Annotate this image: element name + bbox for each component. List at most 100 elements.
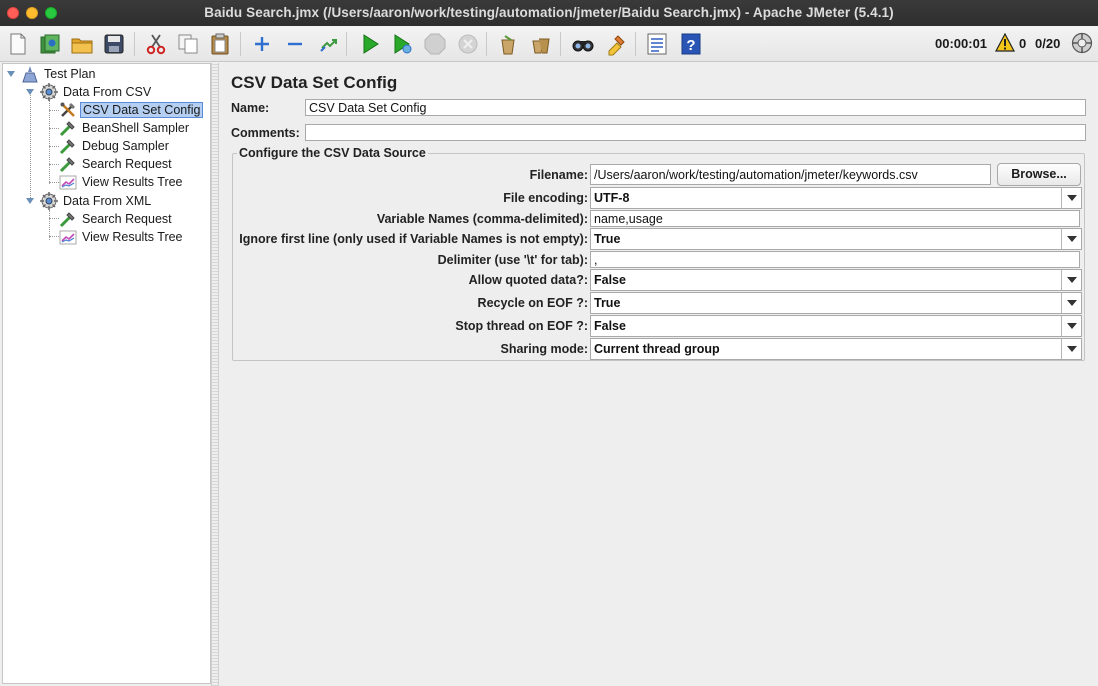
group-title: Configure the CSV Data Source	[237, 146, 428, 160]
templates-button[interactable]	[36, 30, 64, 58]
tree-item-search-request-xml[interactable]: Search Request	[59, 210, 174, 228]
toggle-icon	[320, 39, 337, 52]
search-button[interactable]	[569, 30, 597, 58]
tree-item-data-from-csv[interactable]: Data From CSV	[40, 83, 153, 101]
sampler-icon	[59, 155, 77, 173]
clear-all-icon	[532, 38, 550, 54]
tree-connector	[49, 164, 59, 165]
clear-button[interactable]	[494, 30, 522, 58]
clear-icon	[501, 35, 515, 55]
chevron-down-icon[interactable]	[1061, 188, 1081, 208]
sharing-mode-label: Sharing mode:	[500, 342, 588, 356]
toolbar-separator	[486, 32, 487, 56]
main-toolbar: ? 00:00:01 0 0/20	[0, 26, 1098, 62]
warning-count: 0	[1019, 36, 1027, 51]
paste-button[interactable]	[206, 30, 234, 58]
file-encoding-select[interactable]: UTF-8	[590, 187, 1082, 209]
search-icon	[572, 40, 594, 52]
comments-field[interactable]	[305, 124, 1086, 141]
chevron-down-icon[interactable]	[1061, 316, 1081, 336]
allow-quoted-label: Allow quoted data?:	[468, 273, 588, 287]
help-button[interactable]: ?	[677, 30, 705, 58]
browse-button[interactable]: Browse...	[997, 163, 1081, 186]
tree-item-data-from-xml[interactable]: Data From XML	[40, 192, 153, 210]
cut-button[interactable]	[142, 30, 170, 58]
expand-icon	[255, 37, 269, 51]
start-no-pauses-button[interactable]	[388, 30, 416, 58]
toolbar-separator	[240, 32, 241, 56]
copy-button[interactable]	[174, 30, 202, 58]
cut-icon	[146, 34, 166, 55]
test-plan-icon	[21, 65, 39, 83]
tree-item-beanshell-sampler[interactable]: BeanShell Sampler	[59, 119, 191, 137]
test-plan-tree[interactable]: Test Plan Data From CSV CSV Data Set Con…	[2, 63, 211, 684]
svg-text:?: ?	[686, 37, 695, 54]
panel-splitter[interactable]	[211, 63, 219, 686]
filename-field[interactable]	[590, 164, 991, 185]
name-label: Name:	[231, 101, 270, 115]
thread-group-icon	[40, 83, 58, 101]
toolbar-separator	[560, 32, 561, 56]
stop-thread-label: Stop thread on EOF ?:	[455, 319, 588, 333]
open-button[interactable]	[68, 30, 96, 58]
chevron-down-icon[interactable]	[1061, 270, 1081, 290]
chevron-down-icon[interactable]	[1061, 229, 1081, 249]
tree-item-search-request[interactable]: Search Request	[59, 155, 174, 173]
new-button[interactable]	[4, 30, 32, 58]
collapse-toggle-icon[interactable]	[6, 69, 16, 79]
stop-icon	[424, 33, 446, 55]
paste-icon	[211, 33, 229, 55]
title-bar: Baidu Search.jmx (/Users/aaron/work/test…	[0, 0, 1098, 26]
tree-connector	[49, 146, 59, 147]
tree-item-view-results-tree[interactable]: View Results Tree	[59, 173, 185, 191]
thread-group-icon	[40, 192, 58, 210]
toolbar-separator	[635, 32, 636, 56]
toolbar-separator	[134, 32, 135, 56]
warning-icon[interactable]	[995, 33, 1015, 53]
recycle-eof-label: Recycle on EOF ?:	[477, 296, 588, 310]
help-icon: ?	[681, 33, 701, 55]
function-helper-button[interactable]	[643, 30, 671, 58]
toolbar-separator	[346, 32, 347, 56]
save-button[interactable]	[100, 30, 128, 58]
stop-thread-select[interactable]: False	[590, 315, 1082, 337]
delimiter-label: Delimiter (use '\t' for tab):	[437, 253, 588, 267]
reset-search-button[interactable]	[602, 30, 630, 58]
save-icon	[104, 34, 124, 54]
function-helper-icon	[647, 33, 667, 55]
tree-item-test-plan[interactable]: Test Plan	[21, 65, 97, 83]
tree-connector	[49, 110, 59, 111]
ignore-first-line-select[interactable]: True	[590, 228, 1082, 250]
tree-item-csv-data-set-config[interactable]: CSV Data Set Config	[59, 101, 204, 119]
tree-item-view-results-tree-xml[interactable]: View Results Tree	[59, 228, 185, 246]
start-icon	[363, 34, 379, 54]
templates-icon	[40, 34, 60, 54]
name-field[interactable]	[305, 99, 1086, 116]
sharing-mode-select[interactable]: Current thread group	[590, 338, 1082, 360]
collapse-toggle-icon[interactable]	[25, 196, 35, 206]
expand-all-button[interactable]	[248, 30, 276, 58]
shutdown-button[interactable]	[454, 30, 482, 58]
collapse-all-button[interactable]	[281, 30, 309, 58]
jmeter-window: Baidu Search.jmx (/Users/aaron/work/test…	[0, 0, 1098, 686]
sampler-icon	[59, 119, 77, 137]
delimiter-field[interactable]	[590, 251, 1080, 268]
ignore-first-line-label: Ignore first line (only used if Variable…	[239, 232, 588, 246]
allow-quoted-select[interactable]: False	[590, 269, 1082, 291]
stop-button[interactable]	[421, 30, 449, 58]
tree-connector	[49, 236, 59, 237]
tree-connector	[30, 90, 31, 202]
chevron-down-icon[interactable]	[1061, 339, 1081, 359]
tree-item-debug-sampler[interactable]: Debug Sampler	[59, 137, 171, 155]
page-title: CSV Data Set Config	[231, 73, 398, 92]
config-element-icon	[59, 101, 77, 119]
variable-names-field[interactable]	[590, 210, 1080, 227]
start-button[interactable]	[356, 30, 384, 58]
chevron-down-icon[interactable]	[1061, 293, 1081, 313]
file-encoding-label: File encoding:	[503, 191, 588, 205]
toggle-button[interactable]	[314, 30, 342, 58]
collapse-toggle-icon[interactable]	[25, 87, 35, 97]
clear-all-button[interactable]	[527, 30, 555, 58]
csv-config-panel: CSV Data Set Config Name: Comments: Conf…	[220, 63, 1098, 686]
recycle-eof-select[interactable]: True	[590, 292, 1082, 314]
